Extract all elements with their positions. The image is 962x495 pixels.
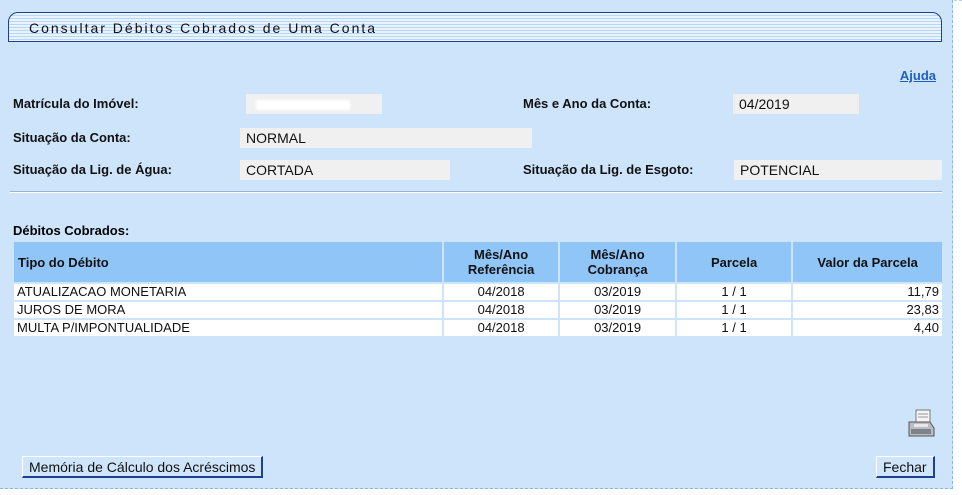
matricula-label: Matrícula do Imóvel: [13, 96, 139, 111]
dialog-frame: Consultar Débitos Cobrados de Uma Conta … [0, 0, 953, 489]
matricula-redaction [256, 100, 350, 110]
mes-ano-field: 04/2019 [733, 94, 859, 114]
cell-tipo: ATUALIZACAO MONETARIA [14, 284, 442, 300]
cell-tipo: JUROS DE MORA [14, 302, 442, 318]
table-row: JUROS DE MORA 04/2018 03/2019 1 / 1 23,8… [14, 302, 942, 318]
table-row: ATUALIZACAO MONETARIA 04/2018 03/2019 1 … [14, 284, 942, 300]
header-cobranca: Mês/Ano Cobrança [560, 242, 675, 282]
header-referencia-line2: Referência [467, 262, 535, 277]
cell-cobranca: 03/2019 [560, 284, 675, 300]
cell-referencia: 04/2018 [443, 284, 559, 300]
situacao-conta-field: NORMAL [240, 128, 532, 148]
title-bar: Consultar Débitos Cobrados de Uma Conta [8, 12, 942, 42]
printer-icon[interactable] [906, 408, 936, 440]
cell-cobranca: 03/2019 [560, 320, 675, 336]
section-divider [10, 191, 942, 193]
help-link[interactable]: Ajuda [900, 68, 936, 83]
lig-esgoto-label: Situação da Lig. de Esgoto: [523, 162, 694, 177]
cell-parcela: 1 / 1 [676, 302, 792, 318]
header-cobranca-line2: Cobrança [587, 262, 648, 277]
cell-valor: 23,83 [793, 302, 942, 318]
lig-agua-label: Situação da Lig. de Água: [13, 162, 172, 177]
header-valor: Valor da Parcela [793, 242, 942, 282]
table-row: MULTA P/IMPONTUALIDADE 04/2018 03/2019 1… [14, 320, 942, 336]
window-title: Consultar Débitos Cobrados de Uma Conta [29, 20, 378, 36]
mes-ano-label: Mês e Ano da Conta: [523, 96, 652, 111]
header-tipo: Tipo do Débito [14, 242, 442, 282]
cell-valor: 11,79 [793, 284, 942, 300]
debitos-section-title: Débitos Cobrados: [13, 223, 130, 238]
fechar-button[interactable]: Fechar [876, 456, 935, 478]
lig-agua-field: CORTADA [240, 160, 450, 180]
header-cobranca-line1: Mês/Ano [590, 247, 645, 262]
lig-esgoto-field: POTENCIAL [734, 160, 942, 180]
cell-referencia: 04/2018 [443, 320, 559, 336]
debitos-table: Tipo do Débito Mês/Ano Referência Mês/An… [12, 240, 944, 338]
cell-cobranca: 03/2019 [560, 302, 675, 318]
header-referencia: Mês/Ano Referência [443, 242, 559, 282]
header-parcela: Parcela [676, 242, 792, 282]
cell-parcela: 1 / 1 [676, 284, 792, 300]
header-referencia-line1: Mês/Ano [474, 247, 529, 262]
cell-tipo: MULTA P/IMPONTUALIDADE [14, 320, 442, 336]
cell-parcela: 1 / 1 [676, 320, 792, 336]
memoria-calculo-button[interactable]: Memória de Cálculo dos Acréscimos [22, 456, 264, 478]
situacao-conta-label: Situação da Conta: [13, 130, 131, 145]
table-header-row: Tipo do Débito Mês/Ano Referência Mês/An… [14, 242, 942, 282]
cell-valor: 4,40 [793, 320, 942, 336]
cell-referencia: 04/2018 [443, 302, 559, 318]
